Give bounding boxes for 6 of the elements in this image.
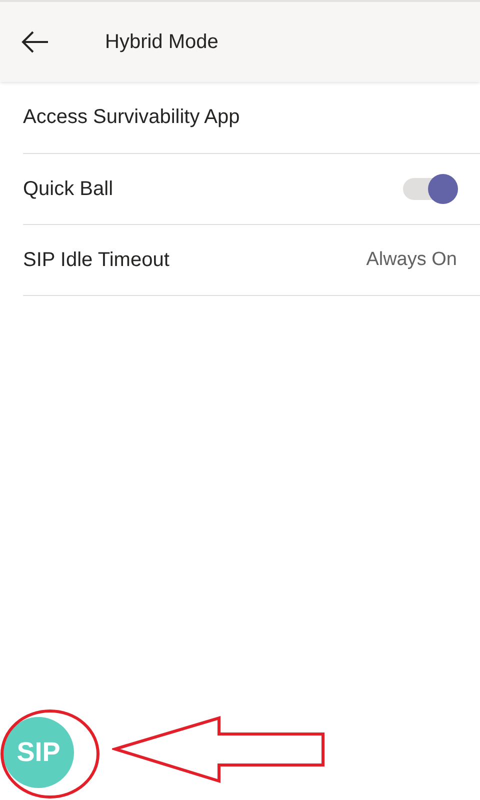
setting-value[interactable]: Always On (366, 249, 457, 271)
setting-label: Quick Ball (23, 178, 114, 200)
page-title: Hybrid Mode (105, 30, 218, 54)
setting-label[interactable]: Access Survivability App (23, 106, 240, 129)
back-arrow-icon (21, 31, 49, 53)
setting-label: SIP Idle Timeout (23, 248, 170, 272)
